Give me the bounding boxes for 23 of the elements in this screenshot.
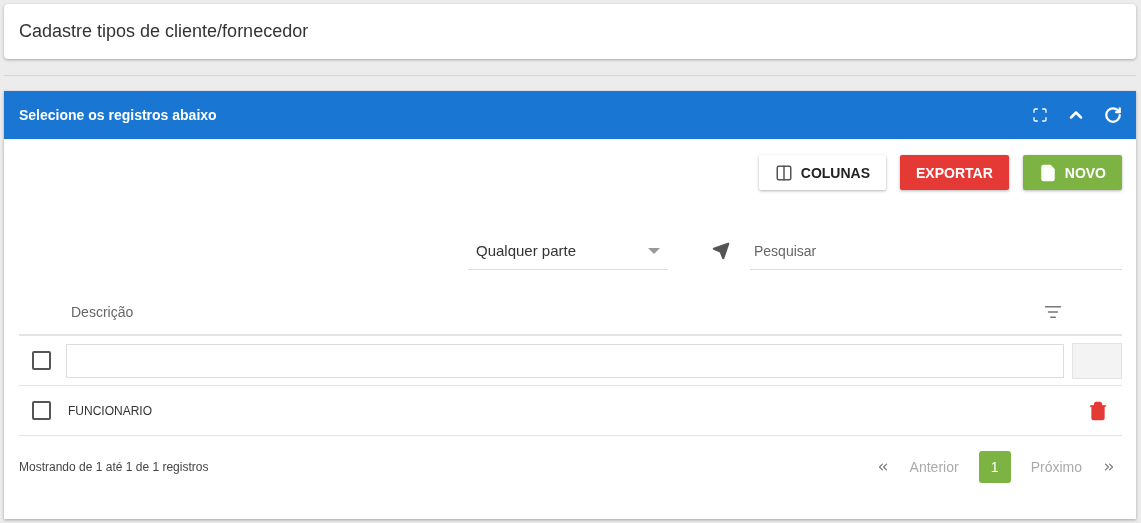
refresh-icon[interactable] <box>1104 106 1122 124</box>
trash-icon[interactable] <box>1088 400 1108 421</box>
sort-icon[interactable] <box>1044 303 1062 321</box>
records-summary: Mostrando de 1 até 1 de 1 registros <box>19 460 209 474</box>
export-button[interactable]: EXPORTAR <box>900 155 1009 190</box>
filter-field[interactable] <box>66 343 1064 378</box>
next-link[interactable]: Próximo <box>1024 459 1088 475</box>
column-header[interactable]: Descrição <box>19 304 1044 320</box>
columns-icon <box>774 163 793 182</box>
send-icon <box>712 242 730 260</box>
table-cell-text: FUNCIONARIO <box>67 403 153 418</box>
last-page-icon[interactable] <box>1102 460 1116 474</box>
fullscreen-icon[interactable] <box>1032 107 1048 123</box>
new-button[interactable]: NOVO <box>1022 155 1122 190</box>
checkbox[interactable] <box>32 401 51 420</box>
document-icon <box>1038 163 1057 182</box>
search-mode-dropdown[interactable]: Qualquer parte <box>468 232 668 270</box>
panel-title: Selecione os registros abaixo <box>19 107 217 123</box>
checkbox[interactable] <box>32 351 51 370</box>
page-number[interactable]: 1 <box>978 451 1011 483</box>
page-title: Cadastre tipos de cliente/fornecedor <box>4 4 1136 59</box>
previous-link[interactable]: Anterior <box>903 459 965 475</box>
columns-button[interactable]: COLUNAS <box>758 155 886 190</box>
